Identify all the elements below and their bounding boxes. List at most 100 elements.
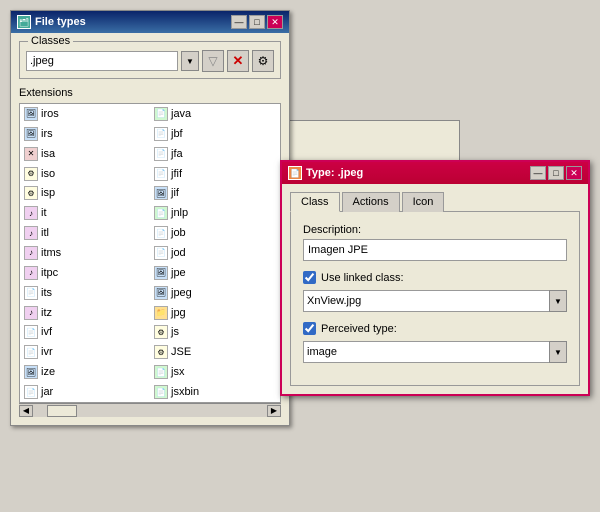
ext-icon: ♪ [24,306,38,320]
ext-icon: ✕ [24,147,38,161]
main-window-title: File types [35,16,86,28]
dialog-minimize-btn[interactable]: — [530,166,546,180]
ext-icon: 🖼 [154,286,168,300]
classes-row: ▼ ▽ ✕ ⚙ [26,50,274,72]
list-item[interactable]: 📄 jfif [150,164,280,184]
list-item[interactable]: 📄 ivf [20,323,150,343]
ext-label: it [41,207,47,219]
ext-label: itms [41,247,61,259]
ext-icon: 📄 [154,167,168,181]
ext-label: ivr [41,346,53,358]
ext-label: iso [41,168,55,180]
tab-class[interactable]: Class [290,192,340,212]
dialog-icon: 📄 [288,166,302,180]
ext-icon: ⚙ [24,167,38,181]
use-linked-checkbox[interactable] [303,271,316,284]
perceived-checkbox[interactable] [303,322,316,335]
ext-icon: 🖼 [154,186,168,200]
ext-label: jfif [171,168,182,180]
list-item[interactable]: ♪ it [20,203,150,223]
main-maximize-btn[interactable]: □ [249,15,265,29]
ext-icon: ⚙ [154,345,168,359]
ext-icon: 📄 [24,325,38,339]
list-item[interactable]: 📄 jnlp [150,203,280,223]
list-item[interactable]: 🖼 jif [150,183,280,203]
ext-label: iros [41,108,59,120]
classes-dropdown-btn[interactable]: ▼ [181,51,199,71]
list-item[interactable]: 🖼 ize [20,362,150,382]
horizontal-scrollbar[interactable]: ◀ ▶ [19,403,281,417]
list-item[interactable]: 📄 its [20,283,150,303]
extensions-label: Extensions [19,87,281,99]
list-item[interactable]: ♪ itms [20,243,150,263]
extensions-section: Extensions 🖼 iros 📄 java 🖼 irs 📄 jbf ✕ i… [19,87,281,417]
list-item[interactable]: ♪ itl [20,223,150,243]
filter-btn[interactable]: ▽ [202,50,224,72]
ext-icon: ♪ [24,226,38,240]
tab-actions[interactable]: Actions [342,192,400,212]
ext-icon: 📁 [154,306,168,320]
list-item[interactable]: 🖼 jpe [150,263,280,283]
list-item[interactable]: 📄 jar [20,382,150,402]
tab-icon[interactable]: Icon [402,192,445,212]
ext-icon: 🖼 [154,266,168,280]
perceived-input[interactable] [303,341,550,363]
ext-icon: 📄 [154,107,168,121]
list-item[interactable]: 📄 jod [150,243,280,263]
list-item[interactable]: ⚙ isp [20,183,150,203]
scroll-left-btn[interactable]: ◀ [19,405,33,417]
ext-icon: 📄 [24,286,38,300]
list-item[interactable]: 📄 jsx [150,362,280,382]
list-item[interactable]: 📄 jsxbin [150,382,280,402]
linked-dropdown-arrow[interactable]: ▼ [549,290,567,312]
tab-class-content: Description: Use linked class: ▼ Perceiv… [290,211,580,386]
ext-label: jsxbin [171,386,199,398]
ext-label: jsx [171,366,184,378]
main-close-btn[interactable]: ✕ [267,15,283,29]
list-item[interactable]: ♪ itz [20,303,150,323]
description-input[interactable] [303,239,567,261]
dialog-body: Class Actions Icon Description: Use link… [282,184,588,394]
scroll-thumb[interactable] [47,405,77,417]
list-item[interactable]: 📄 ivr [20,342,150,362]
list-item[interactable]: 📄 job [150,223,280,243]
perceived-dropdown-arrow[interactable]: ▼ [549,341,567,363]
list-item[interactable]: ♪ itpc [20,263,150,283]
linked-input[interactable] [303,290,550,312]
list-item[interactable]: ✕ isa [20,144,150,164]
gear-icon: ⚙ [258,54,269,68]
main-window-body: Classes ▼ ▽ ✕ ⚙ Extensions 🖼 ir [11,33,289,425]
main-minimize-btn[interactable]: — [231,15,247,29]
list-item[interactable]: 📄 jfa [150,144,280,164]
list-item[interactable]: 🖼 iros [20,104,150,124]
ext-icon: 📄 [154,385,168,399]
list-item[interactable]: 📄 jbf [150,124,280,144]
ext-label: isp [41,187,55,199]
list-item[interactable]: 📄 java [150,104,280,124]
delete-btn[interactable]: ✕ [227,50,249,72]
use-linked-label: Use linked class: [321,272,404,284]
filter-icon: ▽ [208,54,217,68]
ext-icon: ♪ [24,266,38,280]
list-item[interactable]: ⚙ js [150,323,280,343]
main-title-buttons: — □ ✕ [231,15,283,29]
list-item[interactable]: 🖼 irs [20,124,150,144]
ext-icon: ♪ [24,246,38,260]
dialog-title-text: Type: .jpeg [306,167,363,179]
settings-btn[interactable]: ⚙ [252,50,274,72]
ext-label: jod [171,247,186,259]
list-item[interactable]: ⚙ JSE [150,342,280,362]
list-item[interactable]: 📁 jpg [150,303,280,323]
dialog-maximize-btn[interactable]: □ [548,166,564,180]
scroll-right-btn[interactable]: ▶ [267,405,281,417]
ext-icon: ♪ [24,206,38,220]
description-label: Description: [303,224,567,236]
list-item[interactable]: ⚙ iso [20,164,150,184]
classes-input[interactable] [26,51,178,71]
main-window-icon: 🗂 [17,15,31,29]
ext-label: isa [41,148,55,160]
main-title-bar: 🗂 File types — □ ✕ [11,11,289,33]
list-item[interactable]: 🖼 jpeg [150,283,280,303]
dialog-close-btn[interactable]: ✕ [566,166,582,180]
type-dialog: 📄 Type: .jpeg — □ ✕ Class Actions Icon D… [280,160,590,396]
